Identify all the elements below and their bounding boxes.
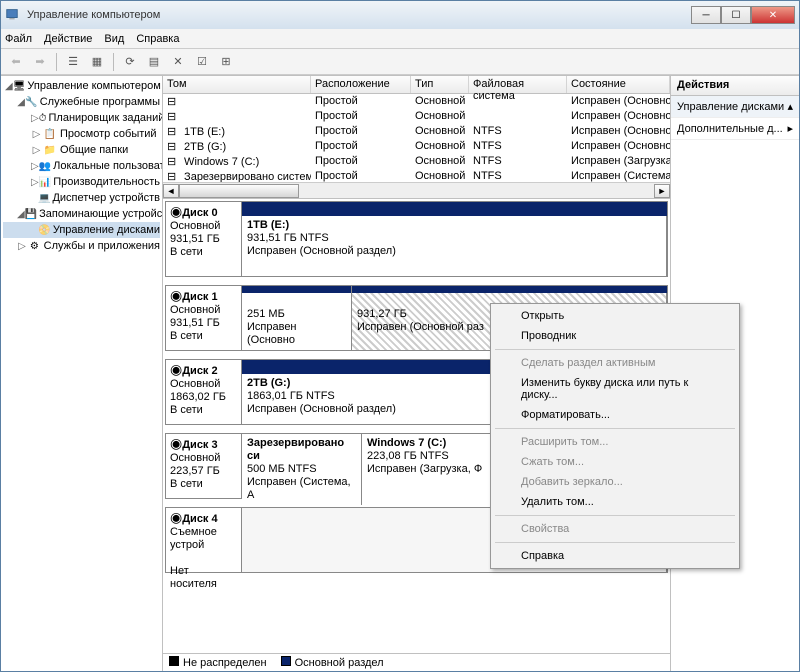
- volume-icon: ⊟: [167, 140, 181, 152]
- separator: [495, 542, 735, 543]
- ctx-format[interactable]: Форматировать...: [493, 405, 737, 425]
- back-button[interactable]: ⬅: [5, 51, 27, 73]
- titlebar: Управление компьютером ─ ☐ ✕: [1, 1, 799, 29]
- ctx-extend[interactable]: Расширить том...: [493, 432, 737, 452]
- menu-file[interactable]: Файл: [5, 33, 32, 45]
- volume-icon: ⊟: [167, 110, 181, 122]
- tree-eventviewer[interactable]: ▷📋Просмотр событий: [3, 126, 160, 142]
- col-type[interactable]: Тип: [411, 76, 469, 93]
- tree-storage[interactable]: ◢💾Запоминающие устройст: [3, 206, 160, 222]
- toolbar: ⬅ ➡ ☰ ▦ ⟳ ▤ ✕ ☑ ⊞: [1, 49, 799, 75]
- ctx-props[interactable]: Свойства: [493, 519, 737, 539]
- volume-table: Том Расположение Тип Файловая система Со…: [163, 76, 670, 199]
- properties-button[interactable]: ▦: [86, 51, 108, 73]
- volume-icon: ⊟: [167, 95, 181, 107]
- ctx-letter[interactable]: Изменить букву диска или путь к диску...: [493, 373, 737, 405]
- tree-services[interactable]: ▷⚙Службы и приложения: [3, 238, 160, 254]
- window-title: Управление компьютером: [27, 9, 691, 21]
- tree-root[interactable]: ◢🖥Управление компьютером (л: [3, 78, 160, 94]
- scroll-thumb[interactable]: [179, 184, 299, 198]
- scroll-right-icon[interactable]: ►: [654, 184, 670, 198]
- ctx-delete[interactable]: Удалить том...: [493, 492, 737, 512]
- legend-unallocated: Не распределен: [169, 656, 267, 669]
- disk-0[interactable]: ◉Диск 0 Основной931,51 ГБВ сети 1TB (E:)…: [165, 201, 668, 277]
- tree-diskmgmt[interactable]: 📀Управление дисками: [3, 222, 160, 238]
- actions-header: Действия: [671, 76, 799, 96]
- action-diskmgmt[interactable]: Управление дисками▴: [671, 96, 799, 118]
- volume-row[interactable]: ⊟ 2TB (G:)ПростойОсновнойNTFSИсправен (О…: [163, 139, 670, 154]
- disk-icon: ◉: [170, 509, 182, 525]
- chevron-right-icon: ▸: [787, 122, 793, 135]
- refresh-button[interactable]: ⟳: [119, 51, 141, 73]
- close-button[interactable]: ✕: [751, 6, 795, 24]
- scroll-left-icon[interactable]: ◄: [163, 184, 179, 198]
- disk-0-partition-1[interactable]: 1TB (E:)931,51 ГБ NTFSИсправен (Основной…: [242, 216, 667, 276]
- volume-row[interactable]: ⊟ ПростойОсновнойИсправен (Основно: [163, 94, 670, 109]
- disk-3-info: ◉Диск 3 Основной223,57 ГБВ сети: [166, 434, 242, 498]
- separator: [113, 53, 114, 71]
- tree-svc-programs[interactable]: ◢🔧Служебные программы: [3, 94, 160, 110]
- ctx-help[interactable]: Справка: [493, 546, 737, 566]
- volume-icon: ⊟: [167, 155, 181, 167]
- ctx-active[interactable]: Сделать раздел активным: [493, 353, 737, 373]
- separator: [495, 428, 735, 429]
- ctx-mirror[interactable]: Добавить зеркало...: [493, 472, 737, 492]
- disk-icon: ◉: [170, 203, 182, 219]
- disk-1-partition-1[interactable]: 251 МБИсправен (Основно: [242, 293, 352, 350]
- separator: [495, 515, 735, 516]
- legend: Не распределен Основной раздел: [163, 653, 670, 671]
- legend-primary: Основной раздел: [281, 656, 384, 669]
- tree-devmgr[interactable]: 💻Диспетчер устройств: [3, 190, 160, 206]
- disk-4-info: ◉Диск 4 Съемное устройНет носителя: [166, 508, 242, 572]
- forward-button[interactable]: ➡: [29, 51, 51, 73]
- disk-0-info: ◉Диск 0 Основной931,51 ГБВ сети: [166, 202, 242, 276]
- tree-shared[interactable]: ▷📁Общие папки: [3, 142, 160, 158]
- disk-icon: ◉: [170, 435, 182, 451]
- disk-2-info: ◉Диск 2 Основной1863,02 ГБВ сети: [166, 360, 242, 424]
- col-volume[interactable]: Том: [163, 76, 311, 93]
- toolbar-button-5[interactable]: ✕: [167, 51, 189, 73]
- tree-perf[interactable]: ▷📊Производительность: [3, 174, 160, 190]
- partition-header: [242, 202, 667, 216]
- help-button[interactable]: ⊞: [215, 51, 237, 73]
- col-status[interactable]: Состояние: [567, 76, 670, 93]
- toolbar-button-2[interactable]: ☰: [62, 51, 84, 73]
- separator: [495, 349, 735, 350]
- disk-icon: ◉: [170, 361, 182, 377]
- volume-row[interactable]: ⊟ Windows 7 (C:)ПростойОсновнойNTFSИспра…: [163, 154, 670, 169]
- menu-help[interactable]: Справка: [136, 33, 179, 45]
- menubar: Файл Действие Вид Справка: [1, 29, 799, 49]
- volume-row[interactable]: ⊟ Зарезервировано системойПростойОсновно…: [163, 169, 670, 182]
- ctx-explorer[interactable]: Проводник: [493, 326, 737, 346]
- volume-header-row: Том Расположение Тип Файловая система Со…: [163, 76, 670, 94]
- col-fs[interactable]: Файловая система: [469, 76, 567, 93]
- volume-row[interactable]: ⊟ 1TB (E:)ПростойОсновнойNTFSИсправен (О…: [163, 124, 670, 139]
- toolbar-button-6[interactable]: ☑: [191, 51, 213, 73]
- menu-action[interactable]: Действие: [44, 33, 92, 45]
- collapse-icon: ▴: [787, 100, 793, 113]
- tree-localusers[interactable]: ▷👥Локальные пользовате: [3, 158, 160, 174]
- app-icon: [5, 7, 21, 23]
- volume-hscroll[interactable]: ◄ ►: [163, 182, 670, 198]
- toolbar-button-4[interactable]: ▤: [143, 51, 165, 73]
- separator: [56, 53, 57, 71]
- maximize-button[interactable]: ☐: [721, 6, 751, 24]
- ctx-shrink[interactable]: Сжать том...: [493, 452, 737, 472]
- action-more[interactable]: Дополнительные д...▸: [671, 118, 799, 140]
- disk-3-partition-1[interactable]: Зарезервировано си500 МБ NTFSИсправен (С…: [242, 434, 362, 505]
- menu-view[interactable]: Вид: [104, 33, 124, 45]
- volume-icon: ⊟: [167, 170, 181, 182]
- col-layout[interactable]: Расположение: [311, 76, 411, 93]
- tree-scheduler[interactable]: ▷⏱Планировщик заданий: [3, 110, 160, 126]
- ctx-open[interactable]: Открыть: [493, 306, 737, 326]
- minimize-button[interactable]: ─: [691, 6, 721, 24]
- tree-pane: ◢🖥Управление компьютером (л ◢🔧Служебные …: [1, 76, 163, 671]
- volume-icon: ⊟: [167, 125, 181, 137]
- context-menu: Открыть Проводник Сделать раздел активны…: [490, 303, 740, 569]
- disk-1-info: ◉Диск 1 Основной931,51 ГБВ сети: [166, 286, 242, 350]
- volume-row[interactable]: ⊟ ПростойОсновнойИсправен (Основно: [163, 109, 670, 124]
- volume-body: ⊟ ПростойОсновнойИсправен (Основно⊟ Прос…: [163, 94, 670, 182]
- disk-icon: ◉: [170, 287, 182, 303]
